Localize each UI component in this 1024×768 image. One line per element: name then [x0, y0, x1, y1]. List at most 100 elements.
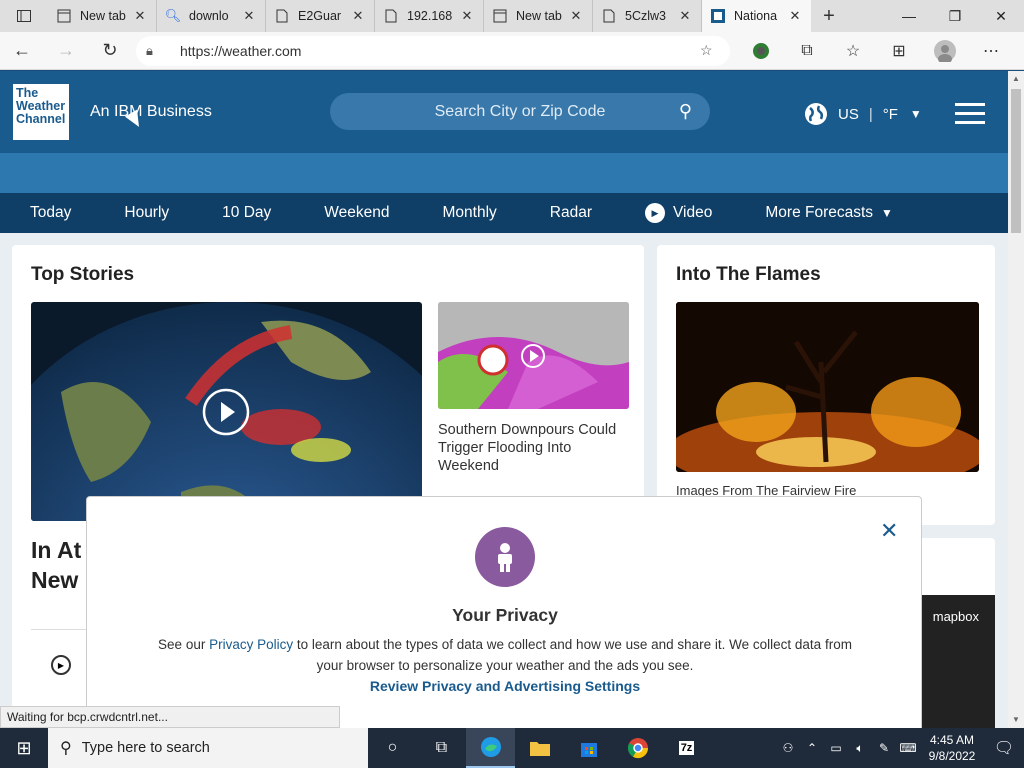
search-placeholder: Search City or Zip Code	[434, 102, 606, 120]
forward-button[interactable]: →	[44, 32, 88, 70]
lock-icon[interactable]: 🔒︎	[146, 43, 168, 59]
review-privacy-link[interactable]: Review Privacy and Advertising Settings	[87, 678, 923, 694]
file-explorer-icon[interactable]	[515, 728, 564, 768]
tab[interactable]: 5Czlw3 ✕	[593, 0, 702, 32]
top-stories-title: Top Stories	[31, 264, 135, 285]
tab[interactable]: E2Guar ✕	[266, 0, 375, 32]
chrome-icon[interactable]	[613, 728, 662, 768]
close-icon[interactable]: ✕	[787, 8, 803, 24]
collections-icon[interactable]: ⊞	[876, 32, 922, 70]
clock-time: 4:45 AM	[929, 733, 975, 747]
side-story-headline[interactable]: Southern Downpours Could Trigger Floodin…	[438, 421, 633, 475]
globe-icon	[805, 103, 827, 125]
privacy-text: See our Privacy Policy to learn about th…	[157, 634, 853, 676]
close-window-button[interactable]: ✕	[978, 0, 1024, 32]
pen-icon[interactable]: ✎	[872, 741, 896, 755]
network-icon[interactable]: ▭	[824, 741, 848, 755]
extensions-icon[interactable]: ⧉	[784, 32, 830, 70]
page-scrollbar[interactable]: ▲ ▼	[1008, 71, 1024, 728]
tab[interactable]: 🔍︎ downlo ✕	[157, 0, 266, 32]
privacy-policy-link[interactable]: Privacy Policy	[209, 637, 293, 652]
locale-selector[interactable]: US | °F ▼	[804, 102, 922, 126]
favorites-icon[interactable]: ☆	[830, 32, 876, 70]
close-icon[interactable]: ✕	[459, 8, 475, 24]
weather-channel-logo[interactable]: The Weather Channel	[11, 82, 71, 142]
logo-line: Channel	[16, 112, 66, 126]
nav-video[interactable]: Video	[645, 203, 712, 223]
flames-title: Into The Flames	[676, 264, 821, 285]
nav-hourly[interactable]: Hourly	[124, 204, 169, 222]
mapbox-label: mapbox	[932, 609, 979, 624]
tray-overflow-icon[interactable]: ⌃	[800, 741, 824, 755]
nav-monthly[interactable]: Monthly	[443, 204, 497, 222]
refresh-button[interactable]: ↻	[88, 32, 132, 70]
nav-radar[interactable]: Radar	[550, 204, 592, 222]
scroll-down-arrow[interactable]: ▼	[1008, 712, 1024, 728]
nav-10-day[interactable]: 10 Day	[222, 204, 271, 222]
favorite-add-icon[interactable]: ☆	[700, 42, 720, 59]
nav-weekend[interactable]: Weekend	[324, 204, 389, 222]
privacy-text-end: to learn about the types of data we coll…	[293, 637, 852, 673]
search-icon[interactable]: ⚲	[679, 101, 692, 122]
document-icon	[274, 8, 290, 24]
windows-start-icon[interactable]: ⊞	[0, 728, 48, 768]
address-bar[interactable]: 🔒︎ https://weather.com ☆	[136, 35, 730, 66]
tab[interactable]: New tab ✕	[48, 0, 157, 32]
hurricane-map-image[interactable]	[31, 302, 422, 521]
city-search-input[interactable]: Search City or Zip Code ⚲	[330, 93, 710, 130]
restore-button[interactable]: ❐	[932, 0, 978, 32]
close-icon[interactable]: ✕	[568, 8, 584, 24]
new-tab-button[interactable]: +	[811, 0, 847, 32]
system-tray: ⚇ ⌃ ▭ 🔈︎ ✎ ⌨ 4:45 AM 9/8/2022 🗨︎	[776, 728, 1024, 768]
nav-more-forecasts[interactable]: More Forecasts ▼	[765, 204, 893, 222]
close-icon[interactable]: ✕	[880, 518, 898, 544]
back-button[interactable]: ←	[0, 32, 44, 70]
minimize-button[interactable]: —	[886, 0, 932, 32]
taskbar-search-placeholder: Type here to search	[81, 740, 210, 756]
tab-active[interactable]: Nationa ✕	[702, 0, 811, 32]
scroll-thumb[interactable]	[1011, 89, 1021, 233]
headline-partial[interactable]: In At	[31, 535, 81, 565]
site-header: The Weather Channel An IBM Business Sear…	[0, 71, 1008, 153]
7zip-icon[interactable]: 7z	[662, 728, 711, 768]
more-menu-icon[interactable]: ⋯	[968, 32, 1014, 70]
alert-strip	[0, 153, 1008, 193]
privacy-modal: ✕ Your Privacy See our Privacy Policy to…	[86, 496, 922, 728]
hamburger-menu-icon[interactable]	[955, 103, 985, 130]
tab-label: Nationa	[734, 9, 778, 23]
ibm-tagline: An IBM Business	[90, 103, 212, 120]
windows-taskbar: ⊞ ⚲ Type here to search ○ ⧉ 7z ⚇ ⌃ ▭ 🔈︎ …	[0, 728, 1024, 768]
address-url[interactable]: https://weather.com	[168, 43, 700, 59]
profile-avatar[interactable]	[922, 32, 968, 70]
cortana-icon[interactable]: ○	[368, 728, 417, 768]
tab[interactable]: New tab ✕	[484, 0, 593, 32]
close-icon[interactable]: ✕	[677, 8, 693, 24]
scroll-up-arrow[interactable]: ▲	[1008, 71, 1024, 87]
privacy-title: Your Privacy	[452, 605, 558, 625]
taskbar-clock[interactable]: 4:45 AM 9/8/2022	[920, 732, 984, 764]
tab[interactable]: 192.168 ✕	[375, 0, 484, 32]
headline-partial[interactable]: New	[31, 565, 78, 595]
volume-icon[interactable]: 🔈︎	[848, 741, 872, 756]
keyboard-icon[interactable]: ⌨	[896, 741, 920, 755]
close-icon[interactable]: ✕	[241, 8, 257, 24]
task-view-icon[interactable]: ⧉	[417, 728, 466, 768]
locale-unit: °F	[882, 105, 898, 123]
close-icon[interactable]: ✕	[132, 8, 148, 24]
tab-strip: New tab ✕ 🔍︎ downlo ✕ E2Guar ✕ 192.168 ✕…	[0, 0, 1024, 32]
nav-today[interactable]: Today	[30, 204, 71, 222]
notification-icon[interactable]: 🗨︎	[984, 728, 1024, 768]
tab-label: 5Czlw3	[625, 9, 666, 23]
edge-browser-icon[interactable]	[466, 728, 515, 768]
downpours-image[interactable]	[438, 302, 629, 409]
store-icon[interactable]	[564, 728, 613, 768]
fire-image[interactable]	[676, 302, 979, 472]
close-icon[interactable]: ✕	[350, 8, 366, 24]
forecast-nav: Today Hourly 10 Day Weekend Monthly Rada…	[0, 193, 1008, 233]
extension-globe-icon[interactable]	[738, 32, 784, 70]
taskbar-search-box[interactable]: ⚲ Type here to search	[48, 728, 368, 768]
tab-actions-button[interactable]	[0, 0, 48, 32]
people-icon[interactable]: ⚇	[776, 741, 800, 755]
weather-channel-icon	[710, 8, 726, 24]
tab-actions-icon	[17, 10, 31, 22]
